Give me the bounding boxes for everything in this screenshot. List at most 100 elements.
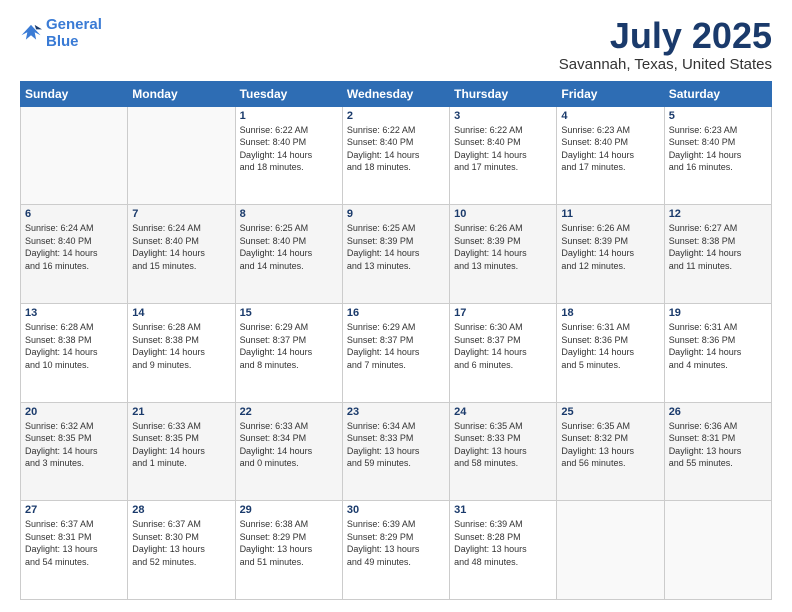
day-info: Sunrise: 6:24 AM Sunset: 8:40 PM Dayligh… bbox=[132, 222, 230, 272]
calendar-cell: 18 Sunrise: 6:31 AM Sunset: 8:36 PM Dayli… bbox=[557, 303, 664, 402]
day-number: 23 bbox=[347, 406, 445, 418]
calendar-cell: 19Sunrise: 6:31 AM Sunset: 8:36 PM Dayli… bbox=[664, 303, 771, 402]
day-number: 26 bbox=[669, 406, 767, 418]
day-number: 24 bbox=[454, 406, 552, 418]
day-number: 28 bbox=[132, 504, 230, 516]
calendar-cell: 13 Sunrise: 6:28 AM Sunset: 8:38 PM Dayli… bbox=[21, 303, 128, 402]
calendar-week-row: 13 Sunrise: 6:28 AM Sunset: 8:38 PM Dayli… bbox=[21, 303, 772, 402]
day-number: 29 bbox=[240, 504, 338, 516]
calendar-cell: 27 Sunrise: 6:37 AM Sunset: 8:31 PM Dayli… bbox=[21, 501, 128, 600]
day-info: Sunrise: 6:25 AM Sunset: 8:40 PM Dayligh… bbox=[240, 222, 338, 272]
day-number: 11 bbox=[561, 208, 659, 220]
calendar-week-row: 6 Sunrise: 6:24 AM Sunset: 8:40 PM Daylig… bbox=[21, 205, 772, 304]
calendar-cell: 8Sunrise: 6:25 AM Sunset: 8:40 PM Daylig… bbox=[235, 205, 342, 304]
calendar-cell: 30 Sunrise: 6:39 AM Sunset: 8:29 PM Dayli… bbox=[342, 501, 449, 600]
day-info: Sunrise: 6:27 AM Sunset: 8:38 PM Dayligh… bbox=[669, 222, 767, 272]
day-number: 30 bbox=[347, 504, 445, 516]
day-info: Sunrise: 6:31 AM Sunset: 8:36 PM Dayligh… bbox=[561, 321, 659, 371]
day-info: Sunrise: 6:34 AM Sunset: 8:33 PM Dayligh… bbox=[347, 420, 445, 470]
day-info: Sunrise: 6:32 AM Sunset: 8:35 PM Dayligh… bbox=[25, 420, 123, 470]
main-title: July 2025 bbox=[559, 16, 772, 56]
calendar-table: Sunday Monday Tuesday Wednesday Thursday… bbox=[20, 81, 772, 600]
logo: General Blue bbox=[20, 16, 102, 51]
day-info: Sunrise: 6:29 AM Sunset: 8:37 PM Dayligh… bbox=[240, 321, 338, 371]
day-number: 3 bbox=[454, 110, 552, 122]
day-number: 2 bbox=[347, 110, 445, 122]
day-number: 13 bbox=[25, 307, 123, 319]
day-number: 4 bbox=[561, 110, 659, 122]
calendar-header-row: Sunday Monday Tuesday Wednesday Thursday… bbox=[21, 81, 772, 106]
day-number: 17 bbox=[454, 307, 552, 319]
calendar-cell: 1Sunrise: 6:22 AM Sunset: 8:40 PM Daylig… bbox=[235, 106, 342, 205]
page: General Blue July 2025 Savannah, Texas, … bbox=[0, 0, 792, 612]
day-number: 22 bbox=[240, 406, 338, 418]
calendar-cell: 22Sunrise: 6:33 AM Sunset: 8:34 PM Dayli… bbox=[235, 402, 342, 501]
logo-text: General Blue bbox=[46, 16, 102, 51]
day-info: Sunrise: 6:35 AM Sunset: 8:32 PM Dayligh… bbox=[561, 420, 659, 470]
calendar-cell: 20 Sunrise: 6:32 AM Sunset: 8:35 PM Dayli… bbox=[21, 402, 128, 501]
calendar-body: 1 Sunrise: 6:22 AM Sunset: 8:40 PM Daylig… bbox=[21, 106, 772, 599]
day-number: 31 bbox=[454, 504, 552, 516]
calendar-cell: 21 Sunrise: 6:33 AM Sunset: 8:35 PM Dayli… bbox=[128, 402, 235, 501]
calendar-week-row: 27 Sunrise: 6:37 AM Sunset: 8:31 PM Dayli… bbox=[21, 501, 772, 600]
calendar-cell: 2Sunrise: 6:22 AM Sunset: 8:40 PM Daylig… bbox=[342, 106, 449, 205]
title-block: July 2025 Savannah, Texas, United States bbox=[559, 16, 772, 73]
col-thursday: Thursday bbox=[450, 81, 557, 106]
day-number: 10 bbox=[454, 208, 552, 220]
day-info: Sunrise: 6:31 AM Sunset: 8:36 PM Dayligh… bbox=[669, 321, 767, 371]
day-info: Sunrise: 6:37 AM Sunset: 8:31 PM Dayligh… bbox=[25, 518, 123, 568]
col-monday: Monday bbox=[128, 81, 235, 106]
calendar-week-row: 1 Sunrise: 6:22 AM Sunset: 8:40 PM Daylig… bbox=[21, 106, 772, 205]
calendar-cell bbox=[128, 106, 235, 205]
day-info: Sunrise: 6:33 AM Sunset: 8:35 PM Dayligh… bbox=[132, 420, 230, 470]
day-number: 18 bbox=[561, 307, 659, 319]
header: General Blue July 2025 Savannah, Texas, … bbox=[20, 16, 772, 73]
day-number: 9 bbox=[347, 208, 445, 220]
calendar-cell: 9 Sunrise: 6:25 AM Sunset: 8:39 PM Daylig… bbox=[342, 205, 449, 304]
calendar-cell: 31Sunrise: 6:39 AM Sunset: 8:28 PM Dayli… bbox=[450, 501, 557, 600]
calendar-cell bbox=[664, 501, 771, 600]
day-number: 16 bbox=[347, 307, 445, 319]
day-info: Sunrise: 6:28 AM Sunset: 8:38 PM Dayligh… bbox=[25, 321, 123, 371]
day-number: 15 bbox=[240, 307, 338, 319]
day-info: Sunrise: 6:23 AM Sunset: 8:40 PM Dayligh… bbox=[561, 124, 659, 174]
day-info: Sunrise: 6:38 AM Sunset: 8:29 PM Dayligh… bbox=[240, 518, 338, 568]
day-number: 6 bbox=[25, 208, 123, 220]
calendar-cell: 11 Sunrise: 6:26 AM Sunset: 8:39 PM Dayli… bbox=[557, 205, 664, 304]
calendar-cell: 7 Sunrise: 6:24 AM Sunset: 8:40 PM Daylig… bbox=[128, 205, 235, 304]
day-number: 25 bbox=[561, 406, 659, 418]
day-info: Sunrise: 6:39 AM Sunset: 8:29 PM Dayligh… bbox=[347, 518, 445, 568]
day-number: 1 bbox=[240, 110, 338, 122]
col-saturday: Saturday bbox=[664, 81, 771, 106]
calendar-cell: 5Sunrise: 6:23 AM Sunset: 8:40 PM Daylig… bbox=[664, 106, 771, 205]
day-info: Sunrise: 6:24 AM Sunset: 8:40 PM Dayligh… bbox=[25, 222, 123, 272]
calendar-cell: 23 Sunrise: 6:34 AM Sunset: 8:33 PM Dayli… bbox=[342, 402, 449, 501]
calendar-cell: 26 Sunrise: 6:36 AM Sunset: 8:31 PM Dayli… bbox=[664, 402, 771, 501]
day-info: Sunrise: 6:26 AM Sunset: 8:39 PM Dayligh… bbox=[561, 222, 659, 272]
day-number: 5 bbox=[669, 110, 767, 122]
col-friday: Friday bbox=[557, 81, 664, 106]
day-number: 20 bbox=[25, 406, 123, 418]
calendar-cell: 14 Sunrise: 6:28 AM Sunset: 8:38 PM Dayli… bbox=[128, 303, 235, 402]
day-info: Sunrise: 6:29 AM Sunset: 8:37 PM Dayligh… bbox=[347, 321, 445, 371]
day-info: Sunrise: 6:28 AM Sunset: 8:38 PM Dayligh… bbox=[132, 321, 230, 371]
calendar-cell: 28 Sunrise: 6:37 AM Sunset: 8:30 PM Dayli… bbox=[128, 501, 235, 600]
calendar-cell: 16 Sunrise: 6:29 AM Sunset: 8:37 PM Dayli… bbox=[342, 303, 449, 402]
calendar-cell: 15 Sunrise: 6:29 AM Sunset: 8:37 PM Dayli… bbox=[235, 303, 342, 402]
day-info: Sunrise: 6:36 AM Sunset: 8:31 PM Dayligh… bbox=[669, 420, 767, 470]
day-info: Sunrise: 6:22 AM Sunset: 8:40 PM Dayligh… bbox=[454, 124, 552, 174]
col-tuesday: Tuesday bbox=[235, 81, 342, 106]
calendar-cell: 6 Sunrise: 6:24 AM Sunset: 8:40 PM Daylig… bbox=[21, 205, 128, 304]
day-number: 14 bbox=[132, 307, 230, 319]
col-wednesday: Wednesday bbox=[342, 81, 449, 106]
calendar-cell: 10Sunrise: 6:26 AM Sunset: 8:39 PM Dayli… bbox=[450, 205, 557, 304]
day-info: Sunrise: 6:37 AM Sunset: 8:30 PM Dayligh… bbox=[132, 518, 230, 568]
day-info: Sunrise: 6:35 AM Sunset: 8:33 PM Dayligh… bbox=[454, 420, 552, 470]
calendar-cell: 4 Sunrise: 6:23 AM Sunset: 8:40 PM Daylig… bbox=[557, 106, 664, 205]
day-number: 21 bbox=[132, 406, 230, 418]
day-info: Sunrise: 6:25 AM Sunset: 8:39 PM Dayligh… bbox=[347, 222, 445, 272]
day-number: 7 bbox=[132, 208, 230, 220]
day-number: 27 bbox=[25, 504, 123, 516]
calendar-cell: 3 Sunrise: 6:22 AM Sunset: 8:40 PM Daylig… bbox=[450, 106, 557, 205]
calendar-cell: 17Sunrise: 6:30 AM Sunset: 8:37 PM Dayli… bbox=[450, 303, 557, 402]
